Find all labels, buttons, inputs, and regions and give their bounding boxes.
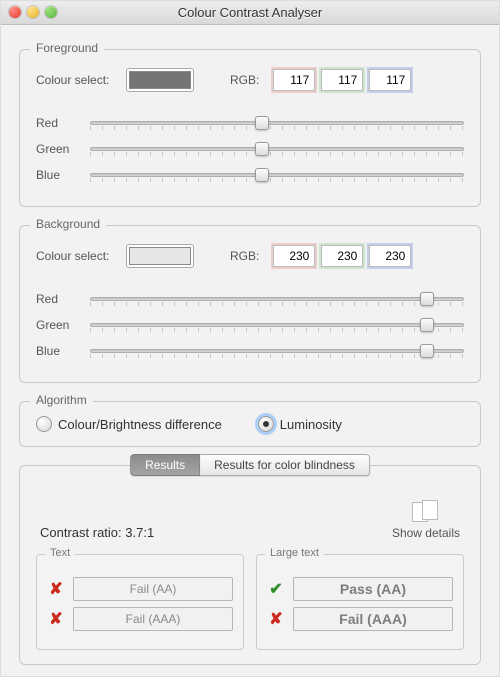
background-colour-select-label: Colour select: [36,249,118,263]
large-text-results: Large text ✔ Pass (AA) ✘ Fail (AAA) [256,554,464,650]
background-green-label: Green [36,318,80,332]
results-tabs: Results Results for color blindness [130,454,370,476]
foreground-rgb-label: RGB: [230,73,259,87]
text-aa-result: Fail (AA) [73,577,233,601]
close-window-button[interactable] [9,6,21,18]
fail-icon: ✘ [47,580,65,598]
background-blue-thumb[interactable] [420,344,434,358]
foreground-blue-slider[interactable] [90,166,464,184]
background-b-input[interactable] [369,245,411,267]
foreground-green-thumb[interactable] [255,142,269,156]
foreground-red-slider[interactable] [90,114,464,132]
window-title: Colour Contrast Analyser [1,5,499,20]
background-colour-swatch[interactable] [126,244,194,268]
background-group: Background Colour select: RGB: Red [19,225,481,383]
foreground-green-label: Green [36,142,80,156]
foreground-group: Foreground Colour select: RGB: Red [19,49,481,207]
algorithm-group: Algorithm Colour/Brightness difference L… [19,401,481,447]
titlebar: Colour Contrast Analyser [1,1,499,25]
foreground-colour-swatch[interactable] [126,68,194,92]
foreground-b-input[interactable] [369,69,411,91]
fail-icon: ✘ [267,610,285,628]
foreground-blue-thumb[interactable] [255,168,269,182]
background-blue-label: Blue [36,344,80,358]
content: Foreground Colour select: RGB: Red [1,25,499,676]
background-green-thumb[interactable] [420,318,434,332]
background-green-slider[interactable] [90,316,464,334]
window: Colour Contrast Analyser Foreground Colo… [0,0,500,677]
foreground-r-input[interactable] [273,69,315,91]
zoom-window-button[interactable] [45,6,57,18]
text-results: Text ✘ Fail (AA) ✘ Fail (AAA) [36,554,244,650]
foreground-legend: Foreground [30,41,104,55]
radio-icon [36,416,52,432]
algorithm-luminosity-label: Luminosity [280,417,342,432]
text-legend: Text [45,547,75,559]
show-details-label: Show details [392,526,460,540]
foreground-green-slider[interactable] [90,140,464,158]
results-group: Results Results for color blindness Cont… [19,465,481,665]
background-r-input[interactable] [273,245,315,267]
background-swatch-inner [129,247,191,265]
pass-icon: ✔ [267,580,285,598]
background-g-input[interactable] [321,245,363,267]
show-details-button[interactable]: Show details [392,500,460,540]
algorithm-brightness-radio[interactable]: Colour/Brightness difference [36,416,222,432]
radio-icon [258,416,274,432]
large-text-aaa-result: Fail (AAA) [293,607,453,631]
foreground-blue-label: Blue [36,168,80,182]
tab-colour-blindness[interactable]: Results for color blindness [200,454,370,476]
pages-icon [412,500,440,522]
algorithm-brightness-label: Colour/Brightness difference [58,417,222,432]
large-text-legend: Large text [265,547,324,559]
background-rgb-label: RGB: [230,249,259,263]
foreground-red-thumb[interactable] [255,116,269,130]
background-red-thumb[interactable] [420,292,434,306]
large-text-aa-result: Pass (AA) [293,577,453,601]
foreground-swatch-inner [129,71,191,89]
background-red-label: Red [36,292,80,306]
algorithm-luminosity-radio[interactable]: Luminosity [258,416,342,432]
foreground-red-label: Red [36,116,80,130]
foreground-colour-select-label: Colour select: [36,73,118,87]
background-legend: Background [30,217,106,231]
algorithm-legend: Algorithm [30,393,93,407]
fail-icon: ✘ [47,610,65,628]
background-red-slider[interactable] [90,290,464,308]
foreground-g-input[interactable] [321,69,363,91]
tab-results[interactable]: Results [130,454,200,476]
minimize-window-button[interactable] [27,6,39,18]
text-aaa-result: Fail (AAA) [73,607,233,631]
traffic-lights [9,6,57,18]
background-blue-slider[interactable] [90,342,464,360]
contrast-ratio: Contrast ratio: 3.7:1 [40,525,154,540]
